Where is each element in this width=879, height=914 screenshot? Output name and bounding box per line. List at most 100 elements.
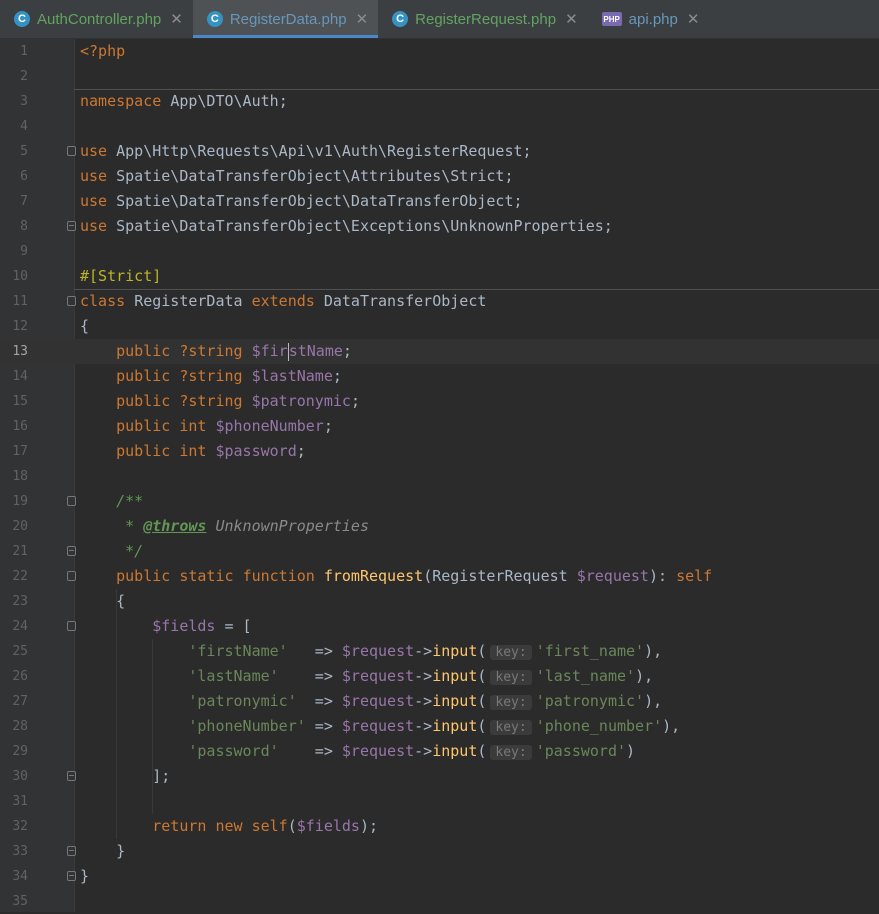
- close-icon[interactable]: ✕: [565, 10, 578, 28]
- fold-end-icon[interactable]: [67, 546, 76, 556]
- tab-registerrequest-php[interactable]: C RegisterRequest.php ✕: [378, 0, 588, 38]
- code-line[interactable]: 35: [0, 889, 879, 914]
- code-line[interactable]: 17 public int $password;: [0, 439, 879, 464]
- code-token: ->: [414, 667, 433, 685]
- code-token: ;: [332, 367, 342, 385]
- line-number: 34: [12, 869, 28, 884]
- code-line[interactable]: 2: [0, 64, 879, 89]
- code-token: ];: [80, 767, 171, 785]
- code-token: =>: [278, 667, 342, 685]
- fold-end-icon[interactable]: [67, 871, 76, 881]
- line-number: 14: [12, 369, 28, 384]
- code-token: new: [215, 817, 252, 835]
- editor-tab-bar: C AuthController.php ✕ C RegisterData.php ✕ C R…: [0, 0, 879, 39]
- code-token: = [: [215, 617, 252, 635]
- fold-end-icon[interactable]: [67, 771, 76, 781]
- code-line[interactable]: 32 return new self($fields);: [0, 814, 879, 839]
- code-token: input: [432, 742, 478, 760]
- fold-start-icon[interactable]: [67, 296, 76, 306]
- code-line[interactable]: 13 public ?string $firstName;: [0, 339, 879, 364]
- code-token: ;: [278, 92, 288, 110]
- code-line[interactable]: 28 'phoneNumber' => $request->input(key:…: [0, 714, 879, 739]
- close-icon[interactable]: ✕: [687, 10, 700, 28]
- code-token: =>: [287, 642, 342, 660]
- code-text: 'firstName' => $request->input(key:'firs…: [80, 639, 662, 665]
- fold-end-icon[interactable]: [67, 221, 76, 231]
- close-icon[interactable]: ✕: [170, 10, 183, 28]
- code-text: public static function fromRequest(Regis…: [80, 564, 712, 589]
- code-line[interactable]: 5 use App\Http\Requests\Api\v1\Auth\Regis…: [0, 139, 879, 164]
- fold-start-icon[interactable]: [67, 621, 76, 631]
- tab-api-php[interactable]: PHP api.php ✕: [588, 0, 710, 38]
- code-token: public: [116, 567, 180, 585]
- code-line[interactable]: 33 }: [0, 839, 879, 864]
- code-line[interactable]: 22 public static function fromRequest(Re…: [0, 564, 879, 589]
- code-token: }: [80, 867, 90, 885]
- tab-label: AuthController.php: [37, 10, 162, 28]
- code-text: }: [80, 839, 125, 864]
- code-line[interactable]: 7 use Spatie\DataTransferObject\DataTrans…: [0, 189, 879, 214]
- fold-end-icon[interactable]: [67, 846, 76, 856]
- code-token: $request: [341, 717, 415, 735]
- method-separator: [74, 89, 879, 90]
- code-line[interactable]: 23 {: [0, 589, 879, 614]
- code-line[interactable]: 24 $fields = [: [0, 614, 879, 639]
- code-token: int: [179, 417, 216, 435]
- fold-start-icon[interactable]: [67, 571, 76, 581]
- code-line[interactable]: 30 ];: [0, 764, 879, 789]
- code-editor[interactable]: 1 <?php 2 3 namespace App\DTO\Auth; 4 5 use App…: [0, 39, 879, 912]
- code-token: input: [432, 642, 478, 660]
- code-line[interactable]: 16 public int $phoneNumber;: [0, 414, 879, 439]
- line-number: 6: [20, 169, 28, 184]
- parameter-hint: key:: [490, 695, 532, 710]
- code-token: ;: [342, 342, 352, 360]
- code-token: function: [242, 567, 324, 585]
- code-line[interactable]: 25 'firstName' => $request->input(key:'f…: [0, 639, 879, 664]
- code-token: fromRequest: [323, 567, 424, 585]
- close-icon[interactable]: ✕: [356, 10, 369, 28]
- code-token: /**: [116, 492, 144, 510]
- code-token: ):: [648, 567, 677, 585]
- code-token: }: [80, 842, 126, 860]
- parameter-hint: key:: [490, 645, 532, 660]
- code-line[interactable]: 18: [0, 464, 879, 489]
- code-text: class RegisterData extends DataTransferO…: [80, 289, 486, 314]
- code-token: {: [80, 317, 90, 335]
- line-number: 8: [20, 219, 28, 234]
- code-line[interactable]: 9: [0, 239, 879, 264]
- code-line[interactable]: 34}: [0, 864, 879, 889]
- code-token: RegisterRequest: [432, 567, 577, 585]
- code-line[interactable]: 11 class RegisterData extends DataTransfe…: [0, 289, 879, 314]
- code-line[interactable]: 1 <?php: [0, 39, 879, 64]
- code-line[interactable]: 27 'patronymic' => $request->input(key: '…: [0, 689, 879, 714]
- code-token: ->: [414, 692, 433, 710]
- code-line[interactable]: 20 * @throws UnknownProperties: [0, 514, 879, 539]
- code-line[interactable]: 14 public ?string $lastName;: [0, 364, 879, 389]
- code-line[interactable]: 29 'password' => $request->input(key:'pa…: [0, 739, 879, 764]
- fold-start-icon[interactable]: [67, 496, 76, 506]
- line-number: 13: [12, 344, 28, 359]
- code-token: {: [80, 592, 126, 610]
- line-number: 9: [20, 244, 28, 259]
- code-line[interactable]: 4: [0, 114, 879, 139]
- code-token: class: [80, 292, 135, 310]
- code-line[interactable]: 8 use Spatie\DataTransferObject\Exception…: [0, 214, 879, 239]
- code-line[interactable]: 12 {: [0, 314, 879, 339]
- code-line[interactable]: 3 namespace App\DTO\Auth;: [0, 89, 879, 114]
- line-number: 10: [12, 269, 28, 284]
- code-token: 'patronymic': [188, 692, 297, 710]
- code-line[interactable]: 31: [0, 789, 879, 814]
- code-line[interactable]: 26 'lastName' => $request->input(key:'la…: [0, 664, 879, 689]
- tab-authcontroller-php[interactable]: C AuthController.php ✕: [0, 0, 193, 38]
- code-line[interactable]: 21 */: [0, 539, 879, 564]
- code-line[interactable]: 6 use Spatie\DataTransferObject\Attribute…: [0, 164, 879, 189]
- code-line[interactable]: 19 /**: [0, 489, 879, 514]
- code-line[interactable]: 15 public ?string $patronymic;: [0, 389, 879, 414]
- tab-registerdata-php[interactable]: C RegisterData.php ✕: [192, 0, 379, 38]
- code-line[interactable]: 10 #[Strict]: [0, 264, 879, 289]
- fold-start-icon[interactable]: [67, 146, 76, 156]
- code-text: public ?string $patronymic;: [80, 389, 360, 414]
